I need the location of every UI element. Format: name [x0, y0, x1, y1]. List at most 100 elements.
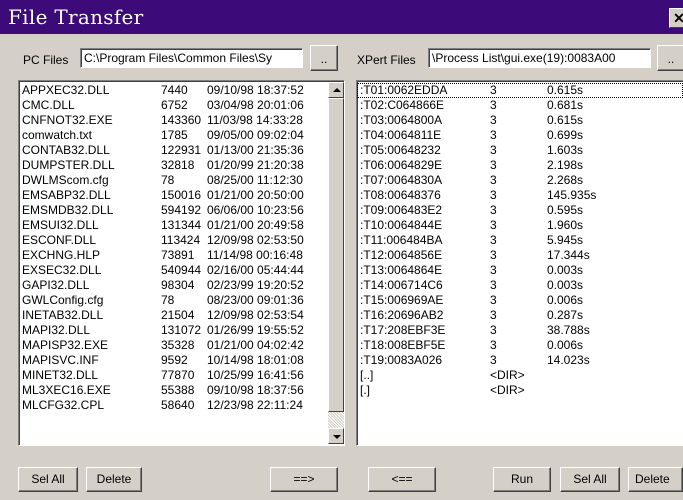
list-item[interactable]: comwatch.txt 1785 09/05/00 09:02:04: [22, 128, 325, 143]
xpert-file-list[interactable]: :T01:0062EDDA 3 0.615s:T02:C064866E 3 0.681s…: [356, 80, 683, 446]
file-name: DWLMScom.cfg: [22, 173, 109, 187]
list-item[interactable]: CNFNOT32.EXE 143360 11/03/98 14:33:28: [22, 113, 325, 128]
list-item[interactable]: CMC.DLL 6752 03/04/98 20:01:06: [22, 98, 325, 113]
thread-name: [..]: [360, 368, 374, 382]
list-item[interactable]: EMSUI32.DLL 131344 01/21/00 20:49:58: [22, 218, 325, 233]
scroll-thumb[interactable]: [328, 98, 344, 412]
list-item[interactable]: MAPISVC.INF 9592 10/14/98 18:01:08: [22, 353, 325, 368]
xpert-delete-button[interactable]: Delete: [628, 467, 683, 492]
list-item[interactable]: MAPI32.DLL 131072 01/26/99 19:55:52: [22, 323, 325, 338]
list-item[interactable]: :T12:0064856E 3 17.344s: [357, 248, 683, 263]
file-size: 131072: [161, 323, 202, 337]
close-button[interactable]: ✕: [669, 8, 683, 28]
list-item[interactable]: :T07:0064830A 3 2.268s: [357, 173, 683, 188]
list-item[interactable]: EXSEC32.DLL 540944 02/16/00 05:44:44: [22, 263, 325, 278]
list-item[interactable]: :T04:0064811E 3 0.699s: [357, 128, 683, 143]
scroll-up-button[interactable]: [328, 82, 344, 98]
file-name: MAPISVC.INF: [22, 353, 99, 367]
list-item[interactable]: :T05:00648232 3 1.603s: [357, 143, 683, 158]
list-item[interactable]: :T18:008EBF5E 3 0.006s: [357, 338, 683, 353]
copy-to-xpert-button[interactable]: ==>: [270, 467, 338, 492]
list-item[interactable]: :T16:20696AB2 3 0.287s: [357, 308, 683, 323]
window-title: File Transfer: [8, 5, 144, 29]
file-date: 11/14/98 00:16:48: [207, 248, 303, 262]
thread-time: 0.681s: [547, 98, 584, 112]
list-item[interactable]: DUMPSTER.DLL 32818 01/20/99 21:20:38: [22, 158, 325, 173]
list-item[interactable]: :T11:006484BA 3 5.945s: [357, 233, 683, 248]
list-item[interactable]: :T17:208EBF3E 3 38.788s: [357, 323, 683, 338]
list-item[interactable]: :T03:0064800A 3 0.615s: [357, 113, 683, 128]
xpert-browse-button[interactable]: ..: [657, 45, 683, 71]
pc-browse-button[interactable]: ..: [310, 45, 338, 71]
title-bar: File Transfer ✕: [0, 0, 683, 34]
file-size: 21504: [161, 308, 195, 322]
file-date: 11/03/98 14:33:28: [207, 113, 303, 127]
pc-delete-button[interactable]: Delete: [86, 467, 142, 492]
thread-time: 1.960s: [547, 218, 584, 232]
thread-count: 3: [490, 173, 497, 187]
thread-time: 0.006s: [547, 293, 584, 307]
xpert-file-rows: :T01:0062EDDA 3 0.615s:T02:C064866E 3 0.681s…: [357, 83, 683, 398]
list-item[interactable]: [..] <DIR>: [357, 368, 683, 383]
file-size: 55388: [161, 383, 195, 397]
run-button[interactable]: Run: [493, 467, 551, 492]
list-item[interactable]: :T01:0062EDDA 3 0.615s: [357, 83, 683, 98]
file-size: 9592: [161, 353, 188, 367]
list-item[interactable]: :T06:0064829E 3 2.198s: [357, 158, 683, 173]
thread-count: 3: [490, 143, 497, 157]
list-item[interactable]: :T19:0083A026 3 14.023s: [357, 353, 683, 368]
list-item[interactable]: :T14:006714C6 3 0.003s: [357, 278, 683, 293]
pc-select-all-button[interactable]: Sel All: [18, 467, 78, 492]
thread-name: :T18:008EBF5E: [360, 338, 446, 352]
list-item[interactable]: :T09:006483E2 3 0.595s: [357, 203, 683, 218]
list-item[interactable]: :T02:C064866E 3 0.681s: [357, 98, 683, 113]
scroll-down-button[interactable]: [328, 428, 344, 444]
file-size: 7440: [161, 83, 188, 97]
thread-time: 0.003s: [547, 278, 584, 292]
thread-name: :T09:006483E2: [360, 203, 443, 217]
file-date: 08/25/00 11:12:30: [207, 173, 303, 187]
thread-name: [.]: [360, 383, 371, 397]
file-size: 113424: [161, 233, 201, 247]
file-name: GAPI32.DLL: [22, 278, 90, 292]
thread-time: 145.935s: [547, 188, 597, 202]
list-item[interactable]: EMSABP32.DLL 150016 01/21/00 20:50:00: [22, 188, 325, 203]
arrow-down-icon: [333, 435, 341, 439]
thread-count: 3: [490, 128, 497, 142]
xpert-select-all-button[interactable]: Sel All: [560, 467, 620, 492]
file-date: 01/26/99 19:55:52: [207, 323, 304, 337]
pc-path-field[interactable]: C:\Program Files\Common Files\Sy: [80, 48, 303, 68]
list-item[interactable]: :T13:0064864E 3 0.003s: [357, 263, 683, 278]
list-item[interactable]: :T10:0064844E 3 1.960s: [357, 218, 683, 233]
file-name: EXSEC32.DLL: [22, 263, 102, 277]
thread-name: :T05:00648232: [360, 143, 441, 157]
thread-time: 1.603s: [547, 143, 584, 157]
list-item[interactable]: ML3XEC16.EXE 55388 09/10/98 18:37:56: [22, 383, 325, 398]
list-item[interactable]: GWLConfig.cfg 78 08/23/00 09:01:36: [22, 293, 325, 308]
pc-file-list[interactable]: APPXEC32.DLL 7440 09/10/98 18:37:52 CMC.DLL…: [18, 80, 345, 446]
file-date: 12/09/98 02:53:54: [207, 308, 304, 322]
copy-to-pc-button[interactable]: <==: [368, 467, 436, 492]
list-item[interactable]: ESCONF.DLL 113424 12/09/98 02:53:50: [22, 233, 325, 248]
list-item[interactable]: INETAB32.DLL 21504 12/09/98 02:53:54: [22, 308, 325, 323]
list-item[interactable]: [.] <DIR>: [357, 383, 683, 398]
xpert-path-field[interactable]: \Process List\gui.exe(19):0083A00: [428, 48, 651, 68]
file-date: 06/06/00 10:23:56: [207, 203, 304, 217]
list-item[interactable]: EXCHNG.HLP 73891 11/14/98 00:16:48: [22, 248, 325, 263]
file-date: 10/14/98 18:01:08: [207, 353, 304, 367]
thread-name: :T13:0064864E: [360, 263, 443, 277]
list-item[interactable]: CONTAB32.DLL 122931 01/13/00 21:35:36: [22, 143, 325, 158]
list-item[interactable]: DWLMScom.cfg 78 08/25/00 11:12:30: [22, 173, 325, 188]
list-item[interactable]: MINET32.DLL 77870 10/25/99 16:41:56: [22, 368, 325, 383]
pc-scrollbar[interactable]: [328, 82, 344, 444]
list-item[interactable]: EMSMDB32.DLL 594192 06/06/00 10:23:56: [22, 203, 325, 218]
list-item[interactable]: :T08:00648376 3 145.935s: [357, 188, 683, 203]
list-item[interactable]: MAPISP32.EXE 35328 01/21/00 04:02:42: [22, 338, 325, 353]
file-date: 02/23/99 19:20:52: [207, 278, 304, 292]
list-item[interactable]: :T15:006969AE 3 0.006s: [357, 293, 683, 308]
list-item[interactable]: MLCFG32.CPL 58640 12/23/98 22:11:24: [22, 398, 325, 413]
file-size: 122931: [161, 143, 202, 157]
list-item[interactable]: GAPI32.DLL 98304 02/23/99 19:20:52: [22, 278, 325, 293]
list-item[interactable]: APPXEC32.DLL 7440 09/10/98 18:37:52: [22, 83, 325, 98]
thread-name: :T19:0083A026: [360, 353, 443, 367]
